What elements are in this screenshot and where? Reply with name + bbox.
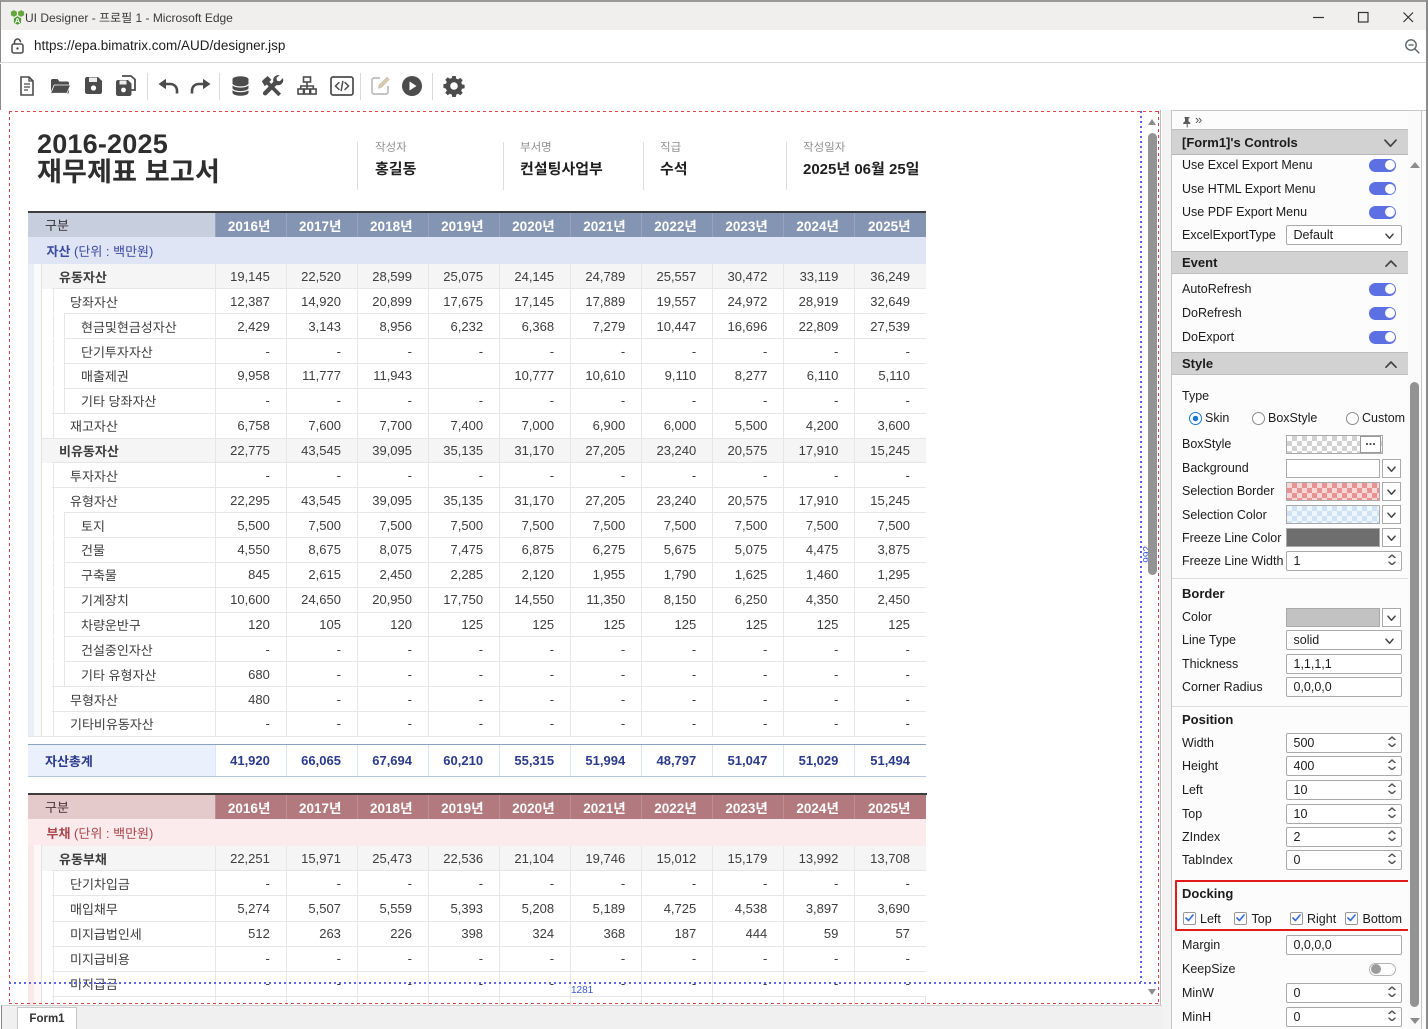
svg-text:A: A: [15, 16, 21, 25]
